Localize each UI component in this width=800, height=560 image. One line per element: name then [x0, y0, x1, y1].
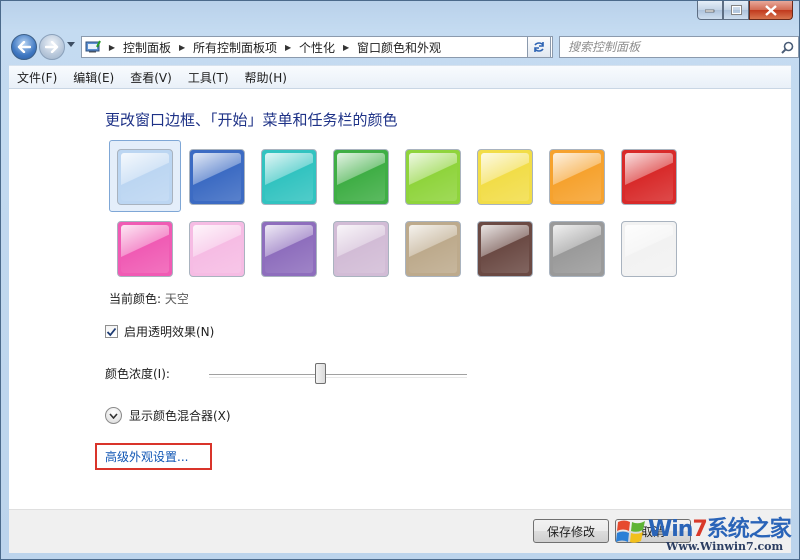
- refresh-button[interactable]: [527, 36, 551, 58]
- transparency-checkbox[interactable]: [105, 325, 118, 338]
- watermark-brand-seven: 7: [692, 517, 707, 542]
- color-intensity-label: 颜色浓度(I):: [105, 367, 170, 381]
- windows-logo-icon: [616, 520, 645, 543]
- color-swatch[interactable]: [477, 221, 533, 277]
- search-input[interactable]: [560, 38, 776, 56]
- history-dropdown-icon[interactable]: [67, 42, 75, 48]
- color-swatch[interactable]: [333, 149, 389, 205]
- color-swatch[interactable]: [189, 149, 245, 205]
- expand-icon[interactable]: [105, 407, 122, 424]
- save-changes-button[interactable]: 保存修改: [533, 519, 609, 543]
- transparency-label: 启用透明效果(N): [124, 325, 215, 339]
- minimize-button[interactable]: [697, 1, 723, 20]
- color-swatch[interactable]: [549, 149, 605, 205]
- breadcrumb-separator-icon[interactable]: ▶: [104, 43, 120, 52]
- checkmark-icon: [106, 327, 117, 336]
- watermark-brand-suffix: 系统之家: [706, 517, 792, 542]
- window-frame: ▶控制面板▶所有控制面板项▶个性化▶窗口颜色和外观 文件(F)编辑(E)查看(V…: [0, 0, 800, 560]
- color-swatch[interactable]: [405, 149, 461, 205]
- color-swatch[interactable]: [117, 149, 173, 205]
- menu-item[interactable]: 帮助(H): [237, 69, 295, 86]
- maximize-icon: [730, 5, 742, 15]
- menu-bar: 文件(F) 编辑(E) 查看(V) 工具(T) 帮助(H): [9, 65, 791, 89]
- breadcrumb-item[interactable]: 个性化: [296, 39, 338, 56]
- menu-item[interactable]: 文件(F): [9, 69, 65, 86]
- breadcrumb-item[interactable]: 窗口颜色和外观: [354, 39, 444, 56]
- watermark-url: Www.Winwin7.com: [666, 540, 784, 553]
- search-icon[interactable]: [776, 41, 798, 54]
- breadcrumb-separator-icon[interactable]: ▶: [338, 43, 354, 52]
- watermark: Win7系统之家 Www.Winwin7.com: [610, 510, 798, 558]
- watermark-brand-prefix: Win: [648, 517, 693, 542]
- color-mixer-toggle[interactable]: 显示颜色混合器(X): [105, 407, 231, 424]
- close-button[interactable]: [749, 1, 793, 20]
- control-panel-icon: [82, 37, 104, 57]
- current-color: 当前颜色: 天空: [109, 290, 189, 307]
- page-title: 更改窗口边框、「开始」菜单和任务栏的颜色: [105, 111, 398, 129]
- breadcrumb-item[interactable]: 控制面板: [120, 39, 174, 56]
- minimize-icon: [705, 9, 715, 13]
- color-swatch[interactable]: [621, 221, 677, 277]
- menu-item[interactable]: 工具(T): [180, 69, 237, 86]
- menu-item[interactable]: 编辑(E): [65, 69, 122, 86]
- arrow-right-icon: [45, 41, 59, 53]
- transparency-option[interactable]: 启用透明效果(N): [105, 323, 214, 340]
- watermark-brand: Win7系统之家: [648, 511, 792, 543]
- color-mixer-label: 显示颜色混合器(X): [129, 409, 231, 423]
- breadcrumb: ▶ 控制面板 ▶ 所有控制面板项 ▶ 个性化 ▶ 窗口颜色和外观: [104, 39, 532, 56]
- color-swatch[interactable]: [405, 221, 461, 277]
- forward-button[interactable]: [39, 34, 65, 60]
- color-swatch[interactable]: [621, 149, 677, 205]
- menu-item[interactable]: 查看(V): [122, 69, 180, 86]
- navigation-bar: ▶ 控制面板 ▶ 所有控制面板项 ▶ 个性化 ▶ 窗口颜色和外观: [9, 32, 799, 62]
- breadcrumb-separator-icon[interactable]: ▶: [174, 43, 190, 52]
- color-swatch[interactable]: [261, 149, 317, 205]
- color-swatch[interactable]: [477, 149, 533, 205]
- advanced-appearance-link[interactable]: 高级外观设置...: [95, 443, 212, 470]
- caption-buttons: [697, 1, 793, 21]
- color-swatch[interactable]: [549, 221, 605, 277]
- breadcrumb-item[interactable]: 所有控制面板项: [190, 39, 280, 56]
- maximize-button[interactable]: [723, 1, 749, 20]
- content-pane: 更改窗口边框、「开始」菜单和任务栏的颜色 当前颜色: 天空 启用透明效果(N) …: [9, 89, 791, 509]
- color-intensity-slider-track[interactable]: [209, 374, 467, 378]
- color-swatch[interactable]: [261, 221, 317, 277]
- arrow-left-icon: [17, 41, 31, 53]
- current-color-label: 当前颜色:: [109, 292, 162, 306]
- current-color-value: 天空: [164, 292, 189, 306]
- color-swatch[interactable]: [189, 221, 245, 277]
- breadcrumb-separator-icon[interactable]: ▶: [280, 43, 296, 52]
- refresh-icon: [534, 42, 544, 52]
- search-box[interactable]: [559, 36, 799, 58]
- color-intensity-slider-thumb[interactable]: [314, 363, 326, 384]
- color-swatch[interactable]: [117, 221, 173, 277]
- address-bar[interactable]: ▶ 控制面板 ▶ 所有控制面板项 ▶ 个性化 ▶ 窗口颜色和外观: [81, 36, 553, 58]
- color-swatch[interactable]: [333, 221, 389, 277]
- back-button[interactable]: [11, 34, 37, 60]
- close-icon: [765, 4, 777, 16]
